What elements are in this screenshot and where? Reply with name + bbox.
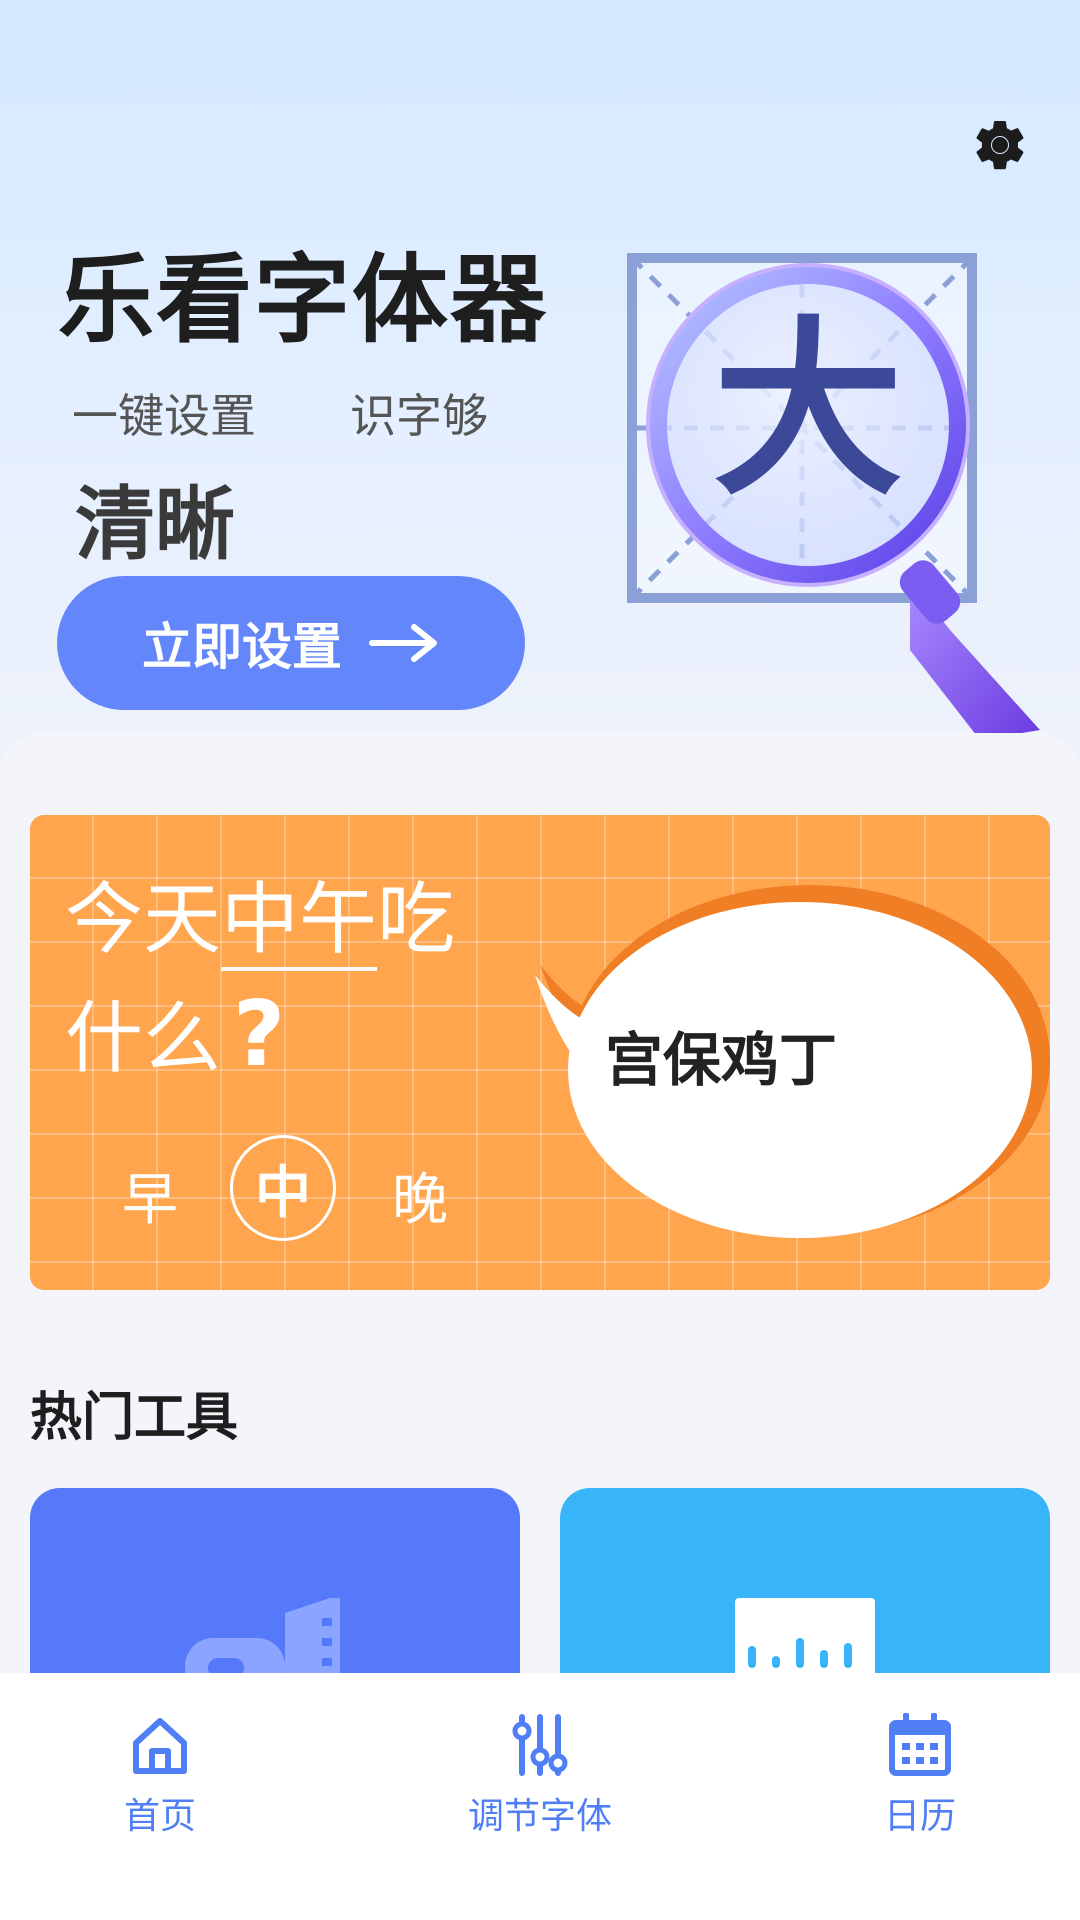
meal-answer: 宫保鸡丁 [605, 1026, 838, 1094]
sliders-icon [512, 1714, 568, 1776]
tab-calendar[interactable]: 日历 [800, 1713, 1040, 1839]
magnifier-illustration: 大 [627, 253, 1040, 740]
gear-icon[interactable] [970, 115, 1030, 175]
bottom-tab-bar: 首页 调节字体 日历 [0, 1673, 1080, 1920]
tab-calendar-label: 日历 [883, 1796, 956, 1837]
tab-home[interactable]: 首页 [40, 1713, 280, 1839]
subtitle-left: 一键设置 [72, 389, 256, 443]
app-title: 乐看字体器 [58, 244, 548, 356]
tab-adjust-font[interactable]: 调节字体 [420, 1713, 660, 1839]
line2-text: 什么 [65, 994, 222, 1084]
line1-underlined: 中午 [221, 875, 378, 971]
home-icon [133, 1718, 187, 1774]
meal-noon-selected[interactable]: 中 [230, 1135, 336, 1241]
set-now-button[interactable]: 立即设置 [57, 576, 525, 710]
meal-morning[interactable]: 早 [122, 1155, 178, 1236]
tab-home-label: 首页 [123, 1796, 196, 1837]
subtitle-right: 识字够 [350, 389, 488, 443]
set-now-label: 立即设置 [142, 618, 342, 676]
meal-evening[interactable]: 晚 [392, 1155, 448, 1236]
illustration-char: 大 [713, 308, 903, 518]
subtitle-bold: 清晰 [75, 478, 235, 571]
line1-suffix: 吃 [377, 875, 456, 965]
question-mark: ? [233, 982, 286, 1087]
hot-tools-title: 热门工具 [30, 1388, 239, 1448]
banner-question-line1: 今天中午吃 [65, 875, 456, 971]
banner-question-line2: 什么? [65, 990, 285, 1085]
meal-banner[interactable]: 今天中午吃 什么? 早 中 晚 宫保鸡丁 [30, 815, 1050, 1290]
line1-prefix: 今天 [65, 875, 222, 965]
calendar-icon [889, 1713, 951, 1776]
tab-adjust-font-label: 调节字体 [467, 1796, 612, 1837]
arrow-right-icon [369, 624, 437, 662]
